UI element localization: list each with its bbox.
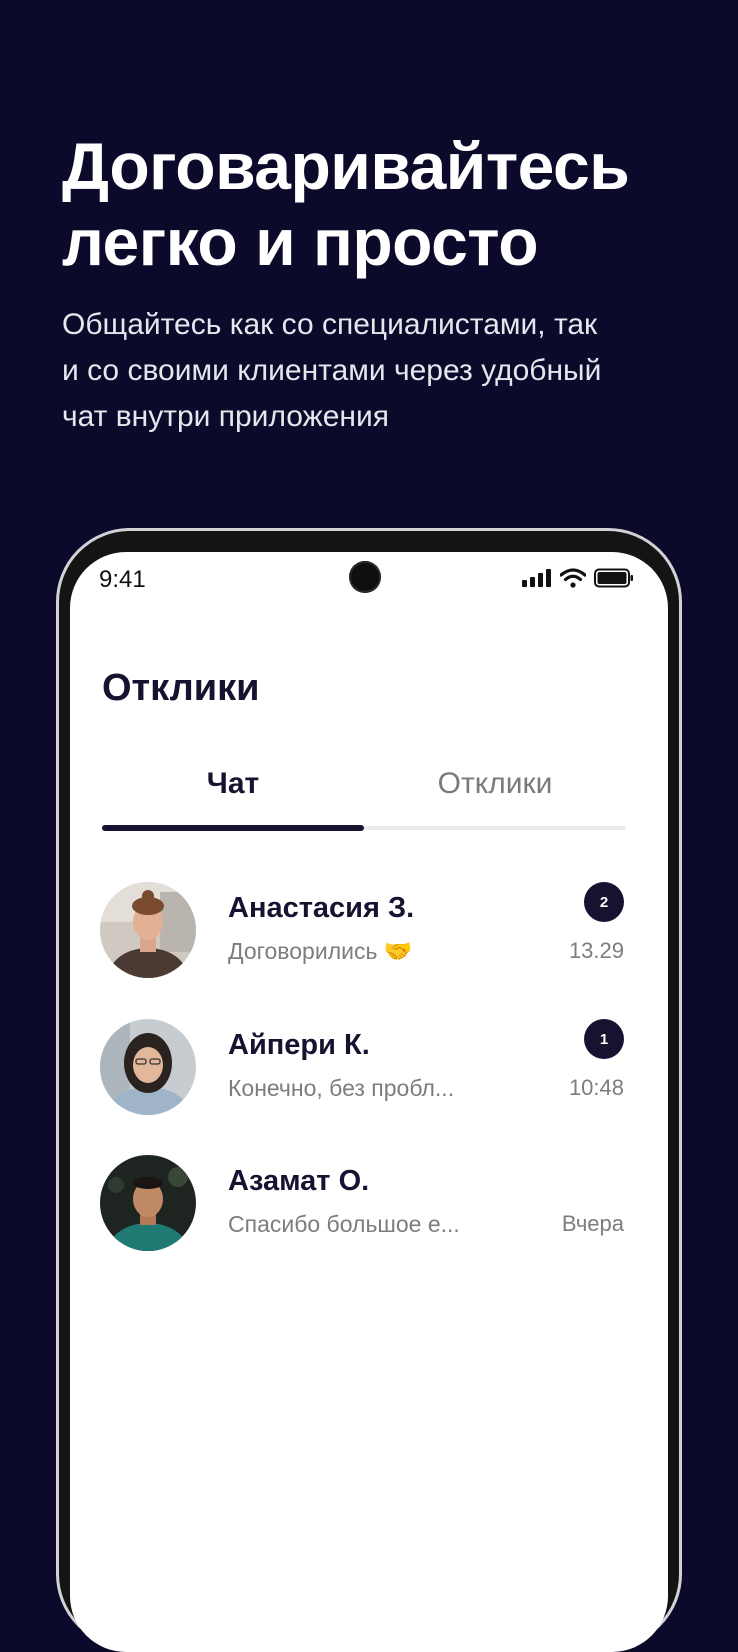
tab-chat[interactable]: Чат <box>102 767 364 801</box>
chat-name: Азамат О. <box>228 1165 370 1197</box>
phone-screen: 9:41 Отклики Чат Отклики Анастасия З. До… <box>70 552 668 1652</box>
promo-subtitle: Общайтесь как со специалистами, так и со… <box>62 308 602 433</box>
avatar <box>100 1019 196 1115</box>
chat-preview: Спасибо большое е... <box>228 1211 460 1237</box>
tab-active-indicator <box>102 825 364 831</box>
chat-preview: Конечно, без пробл... <box>228 1075 455 1101</box>
battery-icon <box>594 568 633 588</box>
chat-time: 10:48 <box>568 1075 624 1100</box>
chat-time: Вчера <box>561 1211 624 1236</box>
unread-badge: 1 <box>584 1019 624 1059</box>
avatar <box>100 1155 196 1251</box>
chat-time: 13.29 <box>568 938 624 963</box>
chat-preview: Договорились 🤝 <box>228 938 413 964</box>
chat-name: Анастасия З. <box>228 892 415 924</box>
avatar <box>100 882 196 978</box>
front-camera <box>349 561 381 593</box>
unread-badge: 2 <box>584 882 624 922</box>
chat-name: Айпери К. <box>228 1029 370 1061</box>
status-icons <box>522 568 634 588</box>
signal-icon <box>522 569 551 587</box>
tab-responses[interactable]: Отклики <box>364 767 626 801</box>
wifi-icon <box>560 568 586 588</box>
chat-list-item[interactable]: Айпери К. Конечно, без пробл... 1 10:48 <box>70 1019 668 1119</box>
status-time: 9:41 <box>99 566 146 593</box>
chat-list-item[interactable]: Анастасия З. Договорились 🤝 2 13.29 <box>70 882 668 982</box>
chat-list-item[interactable]: Азамат О. Спасибо большое е... Вчера <box>70 1155 668 1255</box>
promo-title: Договаривайтесь легко и просто <box>62 129 630 279</box>
screen-title: Отклики <box>102 667 260 709</box>
